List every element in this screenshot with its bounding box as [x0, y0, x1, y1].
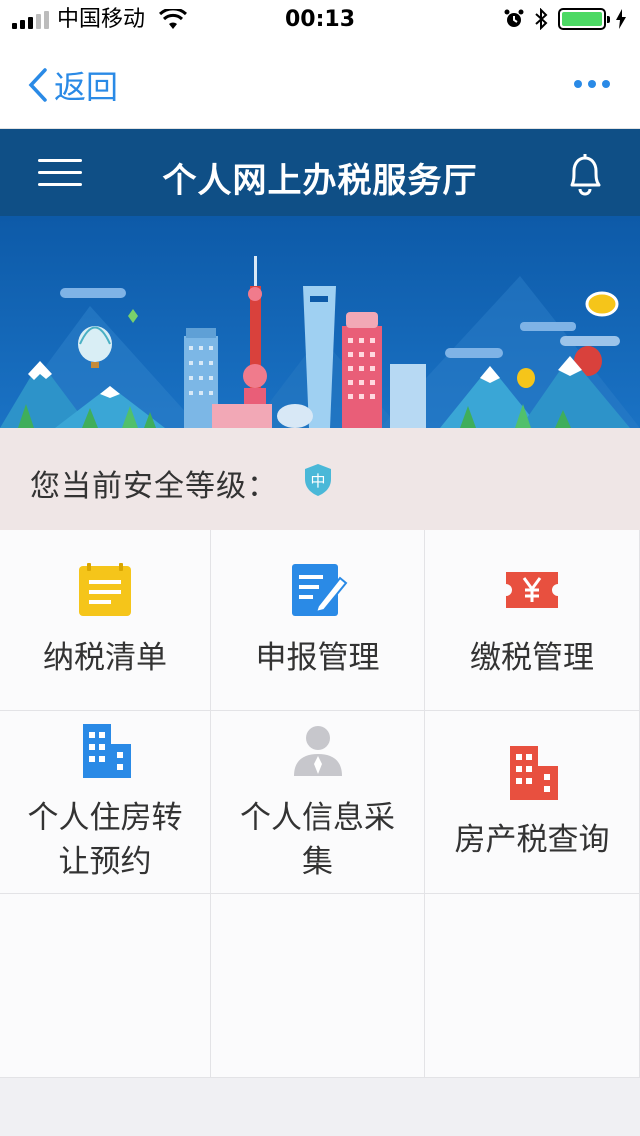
personal-info-label: 个人信息采集 — [240, 800, 395, 880]
edit-document-icon — [291, 564, 347, 616]
city-skyline-illustration — [0, 216, 640, 428]
more-dots-icon — [574, 80, 582, 88]
shield-icon: 中 — [305, 464, 331, 496]
property-tax-query-item[interactable]: 房产税查询 — [425, 711, 640, 894]
tax-payment-label: 缴税管理 — [470, 640, 594, 676]
tax-list-item[interactable]: 纳税清单 — [0, 530, 211, 711]
declaration-management-item[interactable]: 申报管理 — [211, 530, 425, 711]
app-header: 个人网上办税服务厅 — [0, 129, 640, 216]
city-banner-image — [0, 216, 640, 428]
battery-icon — [558, 8, 610, 30]
alarm-icon — [504, 9, 524, 27]
back-button[interactable]: 返回 — [28, 62, 118, 108]
personal-info-item[interactable]: 个人信息采集 — [211, 711, 425, 894]
empty-cell — [0, 894, 211, 1078]
red-building-icon — [510, 746, 558, 800]
property-tax-query-label: 房产税查询 — [454, 822, 610, 858]
housing-transfer-label: 个人住房转让预约 — [27, 800, 183, 880]
empty-cell — [425, 894, 640, 1078]
security-level-value: 中 — [310, 472, 325, 490]
notification-bell-icon[interactable] — [564, 151, 606, 197]
chevron-left-icon — [28, 68, 47, 102]
building-icon — [83, 724, 131, 778]
status-right — [504, 8, 626, 30]
page-title: 个人网上办税服务厅 — [162, 161, 478, 201]
tax-payment-item[interactable]: 缴税管理 — [425, 530, 640, 711]
yuan-ticket-icon — [506, 572, 558, 608]
person-icon — [293, 726, 342, 776]
list-icon — [79, 563, 131, 616]
charging-icon — [616, 9, 626, 29]
empty-cell — [211, 894, 425, 1078]
bluetooth-icon — [535, 8, 548, 30]
tax-list-label: 纳税清单 — [43, 640, 167, 676]
security-level-label: 您当前安全等级： — [30, 469, 278, 504]
security-level-bar: 您当前安全等级： 中 — [0, 428, 640, 530]
declaration-management-label: 申报管理 — [255, 640, 380, 676]
bottom-area — [0, 1078, 640, 1136]
navigation-bar: 返回 — [0, 40, 640, 129]
status-bar: 中国移动 00:13 — [0, 0, 640, 40]
more-button[interactable] — [574, 80, 610, 88]
housing-transfer-item[interactable]: 个人住房转让预约 — [0, 711, 211, 894]
service-grid: 纳税清单 申报管理 缴税管理 个人住房转让预约 个人信息采集 房产税查询 — [0, 530, 640, 1078]
back-label: 返回 — [54, 68, 119, 106]
